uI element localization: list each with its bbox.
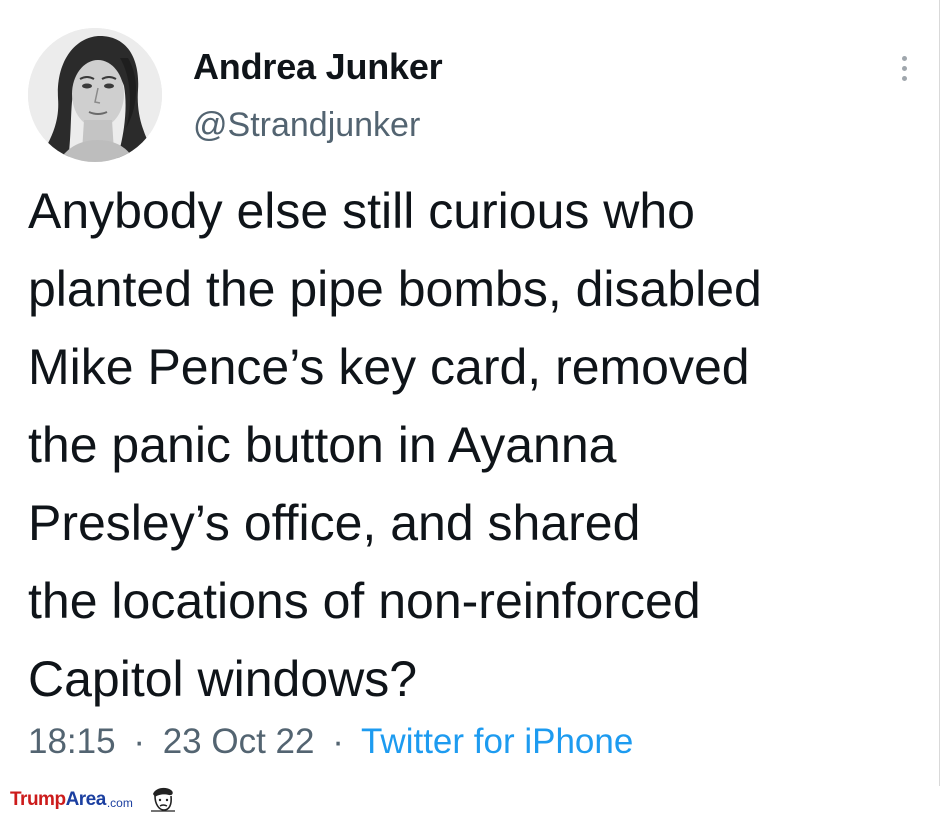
more-vertical-icon (901, 55, 907, 61)
meta-separator: · (133, 722, 145, 761)
site-watermark: Trump Area .com (10, 786, 177, 814)
tweet-text-line: Mike Pence’s key card, removed (28, 339, 750, 395)
tweet-source-link[interactable]: Twitter for iPhone (361, 722, 633, 761)
more-vertical-icon-dot (901, 75, 907, 81)
watermark-trump-text: Trump (10, 789, 66, 810)
tweet-text-line: the panic button in Ayanna (28, 417, 617, 473)
profile-photo-avatar-icon (28, 28, 162, 162)
tweet-text-line: Capitol windows? (28, 651, 418, 707)
user-handle[interactable]: @Strandjunker (193, 106, 420, 145)
tweet-time[interactable]: 18:15 (28, 722, 116, 761)
tweet-text-line: the locations of non-reinforced (28, 573, 701, 629)
tweet-text: Anybody else still curious who planted t… (28, 172, 928, 718)
tweet-date[interactable]: 23 Oct 22 (163, 722, 315, 761)
tweet-card: Andrea Junker @Strandjunker Anybody else… (0, 0, 940, 786)
watermark-com-text: .com (106, 795, 133, 810)
avatar[interactable] (28, 28, 162, 162)
watermark-area-text: Area (65, 789, 107, 810)
display-name[interactable]: Andrea Junker (193, 46, 443, 88)
meta-separator: · (332, 722, 344, 761)
more-options-button[interactable] (890, 48, 918, 88)
tweet-text-line: Anybody else still curious who (28, 183, 695, 239)
tweet-text-line: Presley’s office, and shared (28, 495, 641, 551)
tweet-meta: 18:15 · 23 Oct 22 · Twitter for iPhone (28, 722, 633, 762)
more-vertical-icon-dot (901, 65, 907, 71)
tweet-text-line: planted the pipe bombs, disabled (28, 261, 762, 317)
cartoon-face-logo-icon (147, 786, 177, 814)
